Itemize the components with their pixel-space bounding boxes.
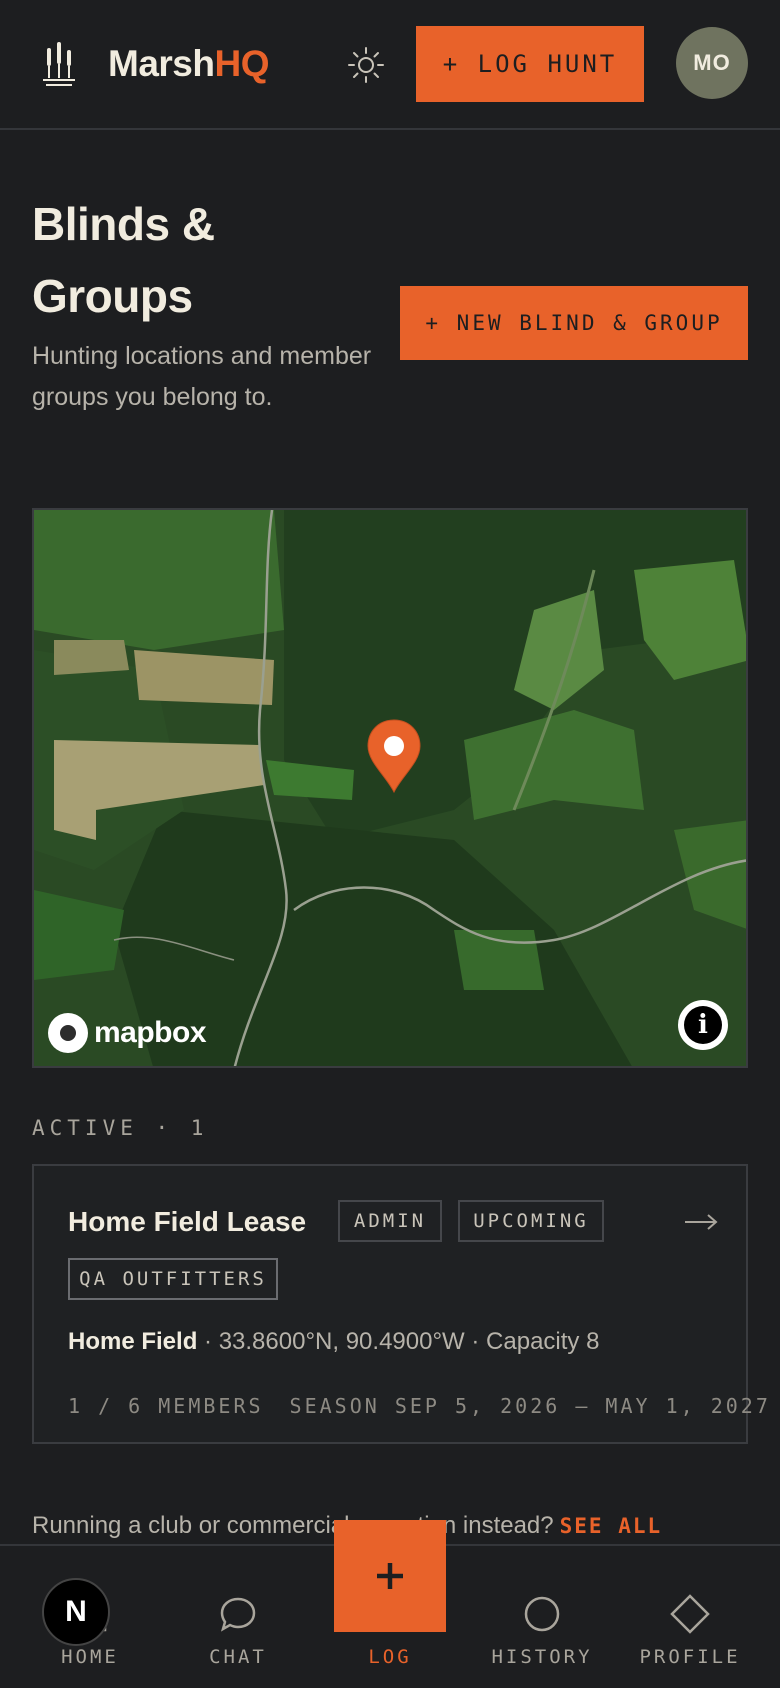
log-plus-button[interactable] [334, 1520, 446, 1632]
brand-part-hq: HQ [214, 43, 269, 84]
app-header: MarshHQ + LOG HUNT MO [0, 0, 780, 130]
group-name: Home Field Lease [68, 1206, 307, 1237]
see-all-link[interactable]: SEE ALL [560, 1514, 663, 1538]
status-badge: UPCOMING [458, 1200, 604, 1242]
map-info-button[interactable]: i [678, 1000, 728, 1050]
plus-icon [377, 1563, 403, 1589]
nav-log-label: LOG [368, 1646, 412, 1668]
arrow-right-icon[interactable] [684, 1212, 718, 1232]
outfitter-badge: QA OUTFITTERS [68, 1258, 278, 1300]
nav-history-label: HISTORY [491, 1646, 593, 1668]
bottom-navigation: HOME CHAT LOG HISTORY PROFILE [0, 1520, 780, 1688]
info-icon: i [684, 1006, 722, 1044]
theme-toggle-sun-icon[interactable] [347, 46, 385, 84]
role-badge: ADMIN [338, 1200, 442, 1242]
nav-history[interactable]: HISTORY [472, 1546, 612, 1688]
user-avatar[interactable]: MO [676, 27, 748, 99]
chat-icon [220, 1597, 256, 1632]
nav-home-label: HOME [61, 1646, 119, 1668]
location-name: Home Field [68, 1328, 198, 1355]
nav-log[interactable]: LOG [334, 1520, 446, 1688]
nav-profile[interactable]: PROFILE [620, 1546, 760, 1688]
mapbox-logo-icon [48, 1013, 88, 1053]
location-details: · 33.8600°N, 90.4900°W · Capacity 8 [197, 1328, 600, 1355]
mapbox-wordmark: mapbox [94, 1016, 207, 1049]
profile-diamond-icon [670, 1594, 710, 1634]
group-meta: 1 / 6 MEMBERS SEASON SEP 5, 2026 – MAY 1,… [68, 1394, 771, 1418]
satellite-map[interactable]: mapbox i [32, 508, 748, 1068]
blind-group-card[interactable]: Home Field Lease ADMIN UPCOMING QA OUTFI… [32, 1164, 768, 1444]
nextjs-dev-badge[interactable]: N [42, 1578, 110, 1646]
brand-part-marsh: Marsh [108, 43, 215, 84]
group-location: Home Field · 33.8600°N, 90.4900°W · Capa… [68, 1328, 599, 1356]
active-section-label: ACTIVE · 1 [32, 1116, 209, 1140]
history-icon [524, 1596, 560, 1632]
new-blind-group-button[interactable]: + NEW BLIND & GROUP [400, 286, 748, 360]
nav-chat-label: CHAT [209, 1646, 267, 1668]
log-hunt-button[interactable]: + LOG HUNT [416, 26, 644, 102]
page-title: Blinds & Groups [32, 198, 215, 322]
marsh-cattail-logo-icon[interactable] [42, 42, 76, 88]
page-subtitle: Hunting locations and member groups you … [32, 342, 372, 411]
mapbox-attribution[interactable]: mapbox [48, 1012, 207, 1054]
brand-wordmark[interactable]: MarshHQ [108, 43, 269, 85]
club-prompt-text: Running a club or commercial operation i… [32, 1512, 554, 1539]
blind-location-pin-icon[interactable] [364, 718, 424, 794]
member-count: 1 / 6 MEMBERS [68, 1394, 264, 1418]
season-range: SEASON SEP 5, 2026 – MAY 1, 2027 [289, 1394, 771, 1418]
nav-profile-label: PROFILE [639, 1646, 741, 1668]
nav-chat[interactable]: CHAT [168, 1546, 308, 1688]
